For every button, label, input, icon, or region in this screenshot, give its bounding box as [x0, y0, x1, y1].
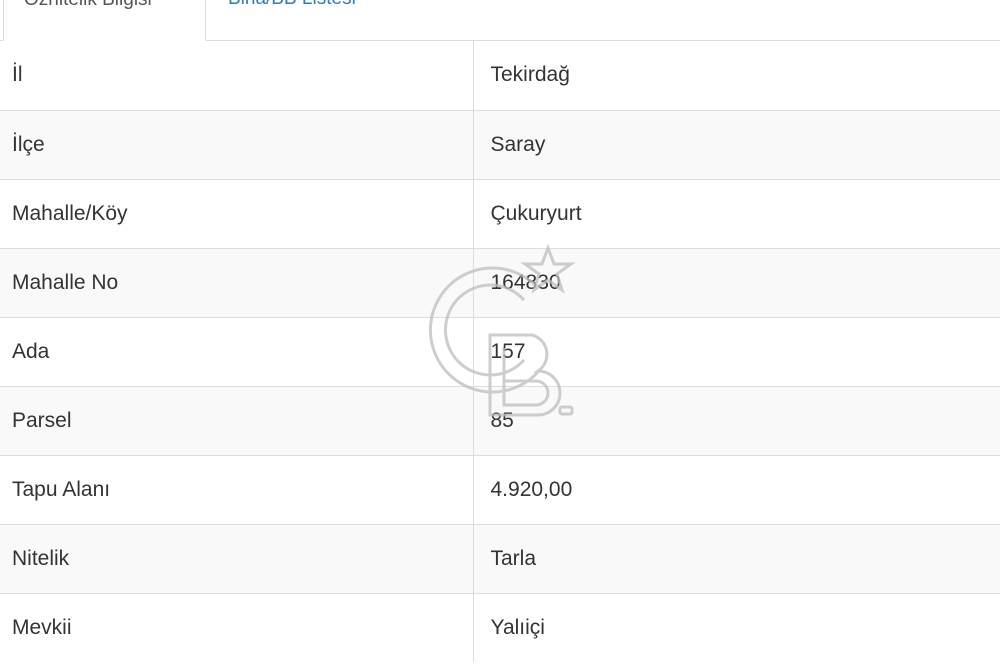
row-key: Mahalle/Köy [0, 178, 474, 248]
row-key: Nitelik [0, 523, 474, 593]
row-value: 4.920,00 [473, 454, 1000, 524]
row-value: Saray [473, 109, 1000, 179]
table-row: Tapu Alanı 4.920,00 [0, 454, 1000, 524]
tab-bar: Öznitelik Bilgisi Bina/BB Listesi [0, 0, 1000, 41]
tab-attribute-info[interactable]: Öznitelik Bilgisi [3, 0, 206, 41]
row-value: 164830 [473, 247, 1000, 317]
row-key: Parsel [0, 385, 474, 455]
row-value: Tarla [473, 523, 1000, 593]
row-key: Tapu Alanı [0, 454, 474, 524]
attribute-table: İl Tekirdağ İlçe Saray Mahalle/Köy Çukur… [0, 41, 1000, 662]
table-row: Parsel 85 [0, 385, 1000, 455]
table-row: İlçe Saray [0, 109, 1000, 179]
row-key: İl [0, 41, 474, 110]
table-row: Mevkii Yalıiçi [0, 592, 1000, 662]
table-row: Mahalle/Köy Çukuryurt [0, 178, 1000, 248]
row-key: İlçe [0, 109, 474, 179]
table-row: Nitelik Tarla [0, 523, 1000, 593]
table-row: Ada 157 [0, 316, 1000, 386]
tab-building-list[interactable]: Bina/BB Listesi [210, 0, 410, 41]
row-value: 85 [473, 385, 1000, 455]
table-row: Mahalle No 164830 [0, 247, 1000, 317]
row-value: Yalıiçi [473, 592, 1000, 662]
row-key: Mahalle No [0, 247, 474, 317]
row-value: Tekirdağ [490, 63, 570, 87]
row-value: 157 [473, 316, 1000, 386]
table-row: İl Tekirdağ [0, 41, 1000, 110]
attribute-panel: Öznitelik Bilgisi Bina/BB Listesi İl Tek… [0, 0, 1000, 664]
row-key: Ada [0, 316, 474, 386]
row-key: Mevkii [0, 592, 474, 662]
row-value: Çukuryurt [473, 178, 1000, 248]
